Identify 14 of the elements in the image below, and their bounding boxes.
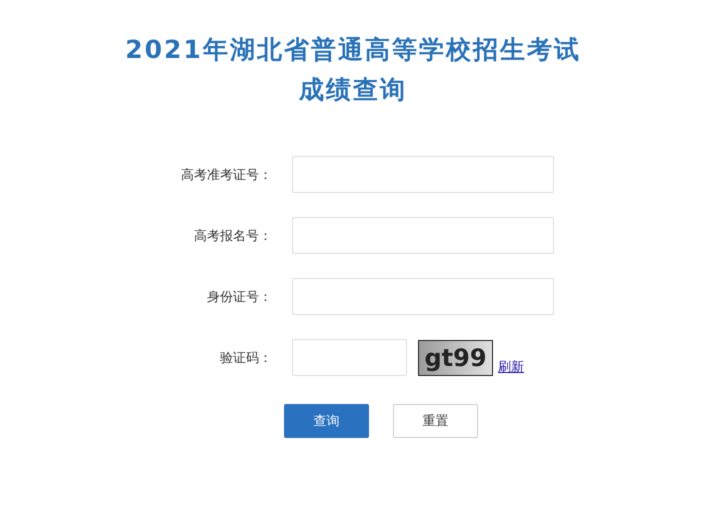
refresh-link[interactable]: 刷新 bbox=[498, 358, 524, 376]
query-button[interactable]: 查询 bbox=[284, 404, 369, 438]
page-subtitle: 成绩查询 bbox=[299, 74, 407, 106]
field-label: 高考准考证号： bbox=[180, 166, 272, 184]
input-field[interactable] bbox=[292, 278, 554, 315]
field-label: 高考报名号： bbox=[193, 228, 272, 244]
captcha-input-field[interactable] bbox=[292, 339, 407, 376]
reset-button[interactable]: 重置 bbox=[393, 404, 478, 438]
captcha-image: gt99 bbox=[418, 340, 493, 376]
field-label: 身份证号： bbox=[206, 288, 272, 306]
page-title: 2021年湖北省普通高等学校招生考试 bbox=[125, 34, 581, 66]
input-field[interactable] bbox=[292, 217, 554, 254]
input-field[interactable] bbox=[292, 156, 554, 193]
field-label: 验证码： bbox=[219, 350, 272, 366]
